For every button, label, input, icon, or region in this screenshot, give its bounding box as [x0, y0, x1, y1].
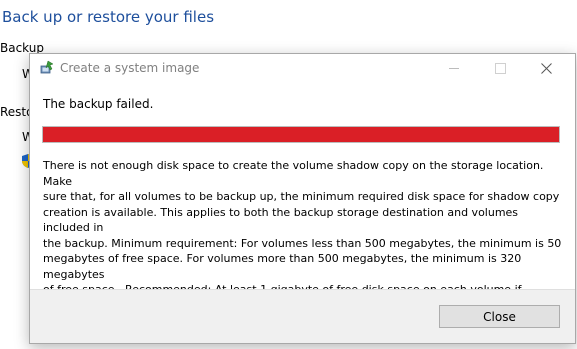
error-message-line: sure that, for all volumes to be backup … [43, 190, 560, 203]
progress-bar-fill [43, 127, 559, 142]
error-message-line: the backup. Minimum requirement: For vol… [43, 236, 562, 250]
error-message-line: There is not enough disk space to create… [43, 159, 547, 188]
dialog-titlebar[interactable]: Create a system image [30, 54, 575, 82]
error-message-line: megabytes of free space. For volumes mor… [43, 252, 525, 281]
status-heading: The backup failed. [43, 97, 154, 111]
backup-app-icon [40, 60, 54, 74]
maximize-icon [494, 62, 506, 74]
close-window-button[interactable] [523, 54, 569, 82]
error-message-line: creation is available. This applies to b… [43, 205, 522, 235]
system-image-dialog: Create a system image The backup failed.… [29, 53, 576, 344]
minimize-icon [449, 67, 459, 69]
dialog-title: Create a system image [60, 61, 200, 75]
minimize-button[interactable] [431, 54, 477, 82]
close-button[interactable]: Close [439, 305, 560, 328]
maximize-button[interactable] [477, 54, 523, 82]
dialog-footer: Close [30, 289, 575, 343]
progress-bar [42, 126, 560, 143]
close-icon [540, 62, 552, 74]
page-title: Back up or restore your files [2, 8, 215, 26]
